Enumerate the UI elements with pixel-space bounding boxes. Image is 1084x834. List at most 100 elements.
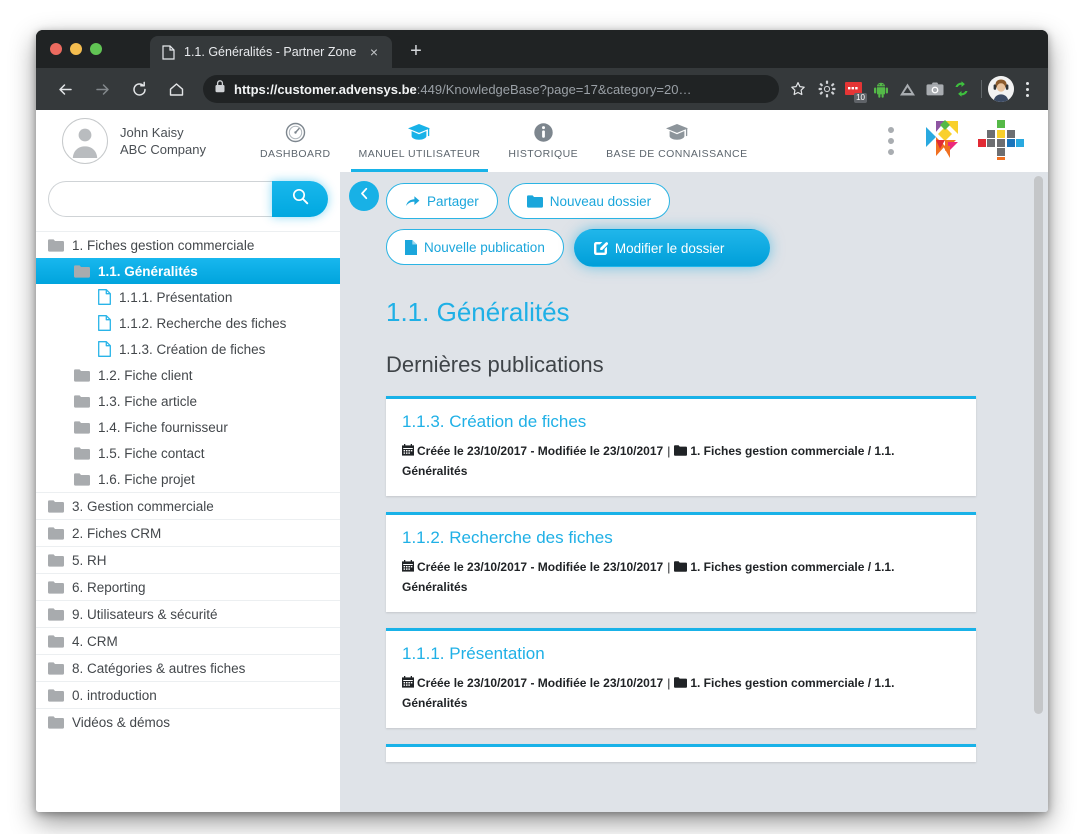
tree-item-label: 6. Reporting — [72, 579, 146, 595]
page-scrollbar[interactable] — [1032, 172, 1045, 812]
tree-item[interactable]: Vidéos & démos — [36, 708, 340, 735]
url-text: https://customer.advensys.be:449/Knowled… — [234, 82, 691, 97]
tree-item-label: 1.3. Fiche article — [98, 393, 198, 409]
home-button[interactable] — [161, 74, 191, 104]
tree-item-label: 5. RH — [72, 552, 107, 568]
back-button[interactable] — [50, 74, 80, 104]
publication-created-date: 23/10/2017 — [467, 444, 528, 458]
tab-dashboard-label: DASHBOARD — [259, 148, 331, 160]
folder-icon — [74, 446, 90, 460]
tree-item[interactable]: 1.6. Fiche projet — [36, 466, 340, 492]
tree-item[interactable]: 8. Catégories & autres fiches — [36, 654, 340, 681]
android-icon[interactable] — [867, 75, 894, 103]
user-block[interactable]: John Kaisy ABC Company — [62, 117, 206, 164]
publication-title[interactable]: 1.1.1. Présentation — [402, 644, 960, 664]
tree-item[interactable]: 9. Utilisateurs & sécurité — [36, 600, 340, 627]
folder-icon — [48, 580, 64, 594]
tree-item[interactable]: 6. Reporting — [36, 573, 340, 600]
folder-icon — [48, 715, 64, 729]
tree-item[interactable]: 1.4. Fiche fournisseur — [36, 414, 340, 440]
app-header: John Kaisy ABC Company DASHBOARD MANUEL … — [36, 110, 1048, 172]
search-input[interactable] — [48, 181, 272, 217]
gear-icon[interactable] — [813, 75, 840, 103]
action-button-folder[interactable]: Nouveau dossier — [507, 183, 671, 219]
tab-title: 1.1. Généralités - Partner Zone — [184, 45, 357, 59]
action-button-share-arrow[interactable]: Partager — [386, 183, 498, 219]
publication-card[interactable]: 1.1.1. Présentation Créée le 23/10/2017 -… — [386, 628, 976, 728]
publication-title[interactable]: 1.1.2. Recherche des fiches — [402, 528, 960, 548]
search-button[interactable] — [272, 181, 328, 217]
new-tab-button[interactable]: + — [406, 41, 426, 62]
folder-tree: 1. Fiches gestion commerciale 1.1. Généra… — [36, 231, 340, 735]
tab-manuel-utilisateur[interactable]: MANUEL UTILISATEUR — [345, 110, 495, 172]
browser-menu-button[interactable] — [1016, 75, 1038, 103]
sync-arrows-icon[interactable] — [948, 75, 975, 103]
publication-title[interactable]: 1.1.3. Création de fiches — [402, 412, 960, 432]
page-body: 1. Fiches gestion commerciale 1.1. Généra… — [36, 172, 1048, 812]
forward-button[interactable] — [87, 74, 117, 104]
publication-card[interactable]: 1.1.2. Recherche des fiches Créée le 23/1… — [386, 512, 976, 612]
folder-icon — [674, 677, 688, 691]
tab-dashboard[interactable]: DASHBOARD — [246, 110, 345, 172]
folder-icon — [48, 238, 64, 252]
camera-icon[interactable] — [921, 75, 948, 103]
publication-card-partial[interactable] — [386, 744, 976, 762]
extension-badge: 10 — [854, 93, 867, 103]
tree-item[interactable]: 0. introduction — [36, 681, 340, 708]
folder-icon — [48, 553, 64, 567]
tree-item[interactable]: 1.1.2. Recherche des fiches — [36, 310, 340, 336]
info-circle-icon — [533, 121, 554, 143]
tree-item[interactable]: 1.1. Généralités — [36, 258, 340, 284]
tree-item[interactable]: 3. Gestion commerciale — [36, 492, 340, 519]
user-name: John Kaisy — [120, 124, 184, 140]
tree-item[interactable]: 1.5. Fiche contact — [36, 440, 340, 466]
close-window-button[interactable] — [50, 43, 62, 55]
browser-tab[interactable]: 1.1. Généralités - Partner Zone × — [150, 36, 392, 68]
tree-item-label: 1.1.1. Présentation — [119, 289, 233, 305]
address-bar[interactable]: https://customer.advensys.be:449/Knowled… — [203, 75, 779, 103]
user-company: ABC Company — [120, 141, 206, 157]
red-recorder-icon[interactable]: 10 — [840, 75, 867, 103]
tree-item[interactable]: 1.1.3. Création de fiches — [36, 336, 340, 362]
action-buttons: Partager Nouveau dossier Nouvelle publicat… — [386, 172, 856, 267]
action-button-label: Modifier le dossier — [614, 240, 725, 256]
tab-base-de-connaissance[interactable]: BASE DE CONNAISSANCE — [592, 110, 761, 172]
minimize-window-button[interactable] — [70, 43, 82, 55]
tree-item[interactable]: 1.2. Fiche client — [36, 362, 340, 388]
close-icon[interactable]: × — [366, 45, 382, 59]
maximize-window-button[interactable] — [90, 43, 102, 55]
page-viewport: John Kaisy ABC Company DASHBOARD MANUEL … — [36, 110, 1048, 812]
tree-item[interactable]: 4. CRM — [36, 627, 340, 654]
profile-avatar[interactable] — [988, 76, 1014, 102]
bookmark-star-icon[interactable] — [783, 75, 813, 103]
collapse-sidebar-button[interactable] — [349, 181, 379, 211]
app-menu-dots-icon[interactable] — [888, 127, 894, 155]
tree-item[interactable]: 2. Fiches CRM — [36, 519, 340, 546]
publication-modified-date: 23/10/2017 — [603, 560, 664, 574]
action-button-file[interactable]: Nouvelle publication — [386, 229, 564, 265]
publication-created: Créée le — [417, 560, 464, 574]
brand-area — [888, 110, 1024, 172]
tab-historique-label: HISTORIQUE — [508, 148, 579, 160]
tree-item[interactable]: 1. Fiches gestion commerciale — [36, 231, 340, 258]
tree-item[interactable]: 1.1.1. Présentation — [36, 284, 340, 310]
publication-card[interactable]: 1.1.3. Création de fiches Créée le 23/10/… — [386, 396, 976, 496]
reload-button[interactable] — [124, 74, 154, 104]
tree-item-label: 0. introduction — [72, 687, 157, 703]
tree-item-label: 1.2. Fiche client — [98, 367, 193, 383]
tree-item[interactable]: 1.3. Fiche article — [36, 388, 340, 414]
tree-item-label: 9. Utilisateurs & sécurité — [72, 606, 218, 622]
drive-triangle-icon[interactable] — [894, 75, 921, 103]
tree-item[interactable]: 5. RH — [36, 546, 340, 573]
page-title: 1.1. Généralités — [386, 297, 570, 327]
url-path: :449/KnowledgeBase?page=17&category=20… — [416, 81, 692, 97]
folder-icon — [526, 194, 543, 208]
document-icon — [98, 315, 111, 331]
tab-historique[interactable]: HISTORIQUE — [494, 110, 592, 172]
publication-created: Créée le — [417, 444, 464, 458]
action-button-edit-square[interactable]: Modifier le dossier — [573, 229, 770, 267]
page-icon — [162, 44, 175, 60]
browser-window: 1.1. Généralités - Partner Zone × + http… — [36, 30, 1048, 812]
scrollbar-thumb[interactable] — [1034, 176, 1043, 714]
browser-toolbar: https://customer.advensys.be:449/Knowled… — [36, 68, 1048, 110]
